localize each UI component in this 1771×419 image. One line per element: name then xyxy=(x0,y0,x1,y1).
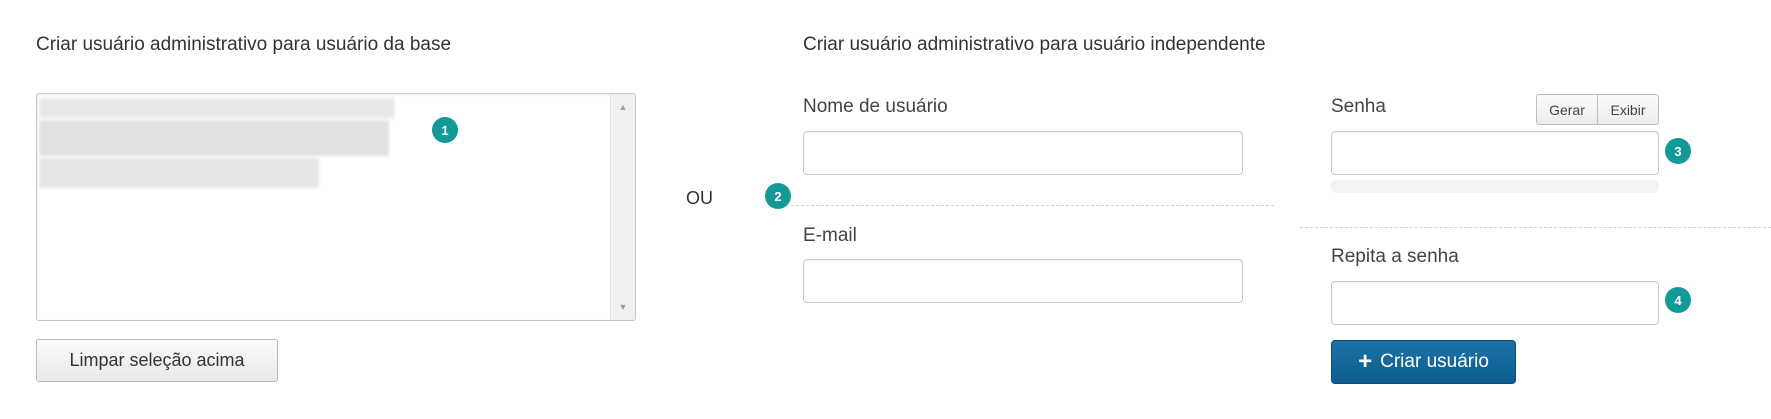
scroll-down-arrow-icon[interactable]: ▼ xyxy=(611,302,635,312)
independent-user-heading: Criar usuário administrativo para usuári… xyxy=(803,34,1266,55)
email-input[interactable] xyxy=(803,259,1243,303)
dashed-divider-right xyxy=(1300,227,1771,228)
username-label: Nome de usuário xyxy=(803,96,948,117)
repeat-password-label: Repita a senha xyxy=(1331,246,1459,267)
scroll-up-arrow-icon[interactable]: ▲ xyxy=(611,102,635,112)
step-badge-1: 1 xyxy=(432,117,458,143)
password-strength-meter xyxy=(1331,180,1659,193)
listbox-scrollbar[interactable]: ▲ ▼ xyxy=(610,94,635,320)
clear-selection-button[interactable]: Limpar seleção acima xyxy=(36,339,278,382)
password-input[interactable] xyxy=(1331,131,1659,175)
repeat-password-input[interactable] xyxy=(1331,281,1659,325)
show-password-button[interactable]: Exibir xyxy=(1597,94,1659,125)
or-label: OU xyxy=(686,188,713,208)
base-user-heading: Criar usuário administrativo para usuári… xyxy=(36,34,452,55)
plus-icon: + xyxy=(1358,348,1373,375)
blurred-user-list xyxy=(39,98,399,190)
step-badge-3: 3 xyxy=(1665,138,1691,164)
step-badge-4: 4 xyxy=(1665,287,1691,313)
password-label: Senha xyxy=(1331,96,1386,117)
dashed-divider-left xyxy=(791,205,1274,206)
step-badge-2: 2 xyxy=(765,183,791,209)
generate-password-button[interactable]: Gerar xyxy=(1536,94,1598,125)
email-label: E-mail xyxy=(803,225,857,246)
create-user-button[interactable]: + Criar usuário xyxy=(1331,340,1516,384)
base-users-listbox[interactable]: ▲ ▼ xyxy=(36,93,636,321)
username-input[interactable] xyxy=(803,131,1243,175)
create-user-label: Criar usuário xyxy=(1380,351,1489,372)
